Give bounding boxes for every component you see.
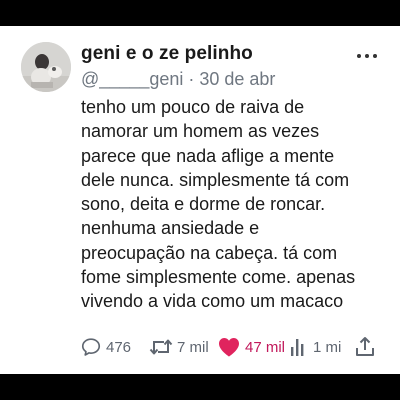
like-button[interactable]: 47 mil — [217, 335, 285, 359]
avatar-image — [21, 42, 71, 92]
reply-count: 476 — [106, 338, 132, 356]
bar-chart-icon — [291, 339, 304, 356]
heart-filled-icon — [219, 338, 239, 357]
action-bar: 476 7 mil 47 mil 1 mi — [80, 335, 400, 359]
view-count: 1 mi — [313, 338, 342, 356]
more-options-icon[interactable] — [356, 48, 378, 58]
views-button[interactable]: 1 mi — [289, 335, 341, 359]
author-display-name[interactable]: geni e o ze pelinho — [81, 43, 253, 65]
post-text-line: fome simplesmente come. apenas — [81, 267, 356, 288]
post-text-line: namorar um homem as vezes — [81, 121, 320, 142]
repost-button[interactable]: 7 mil — [149, 335, 209, 359]
post-text-line: parece que nada aflige a mente — [81, 145, 335, 166]
post-date[interactable]: · 30 de abr — [188, 69, 275, 89]
post-text-line: sono, deita e dorme de roncar. — [81, 194, 326, 215]
share-upload-icon — [356, 337, 374, 356]
post-text-line: tenho um pouco de raiva de — [81, 97, 305, 117]
post-text-line: dele nunca. simplesmente tá com — [81, 169, 350, 190]
post-text-line: vivendo a vida como um macaco — [81, 291, 344, 312]
author-handle[interactable]: @_____geni — [81, 69, 183, 89]
author-meta: @_____geni · 30 de abr — [81, 69, 275, 90]
post-text: tenho um pouco de raiva de namorar um ho… — [81, 95, 393, 314]
like-count: 47 mil — [245, 338, 286, 356]
post-text-line: preocupação na cabeça. tá com — [81, 242, 338, 263]
avatar[interactable] — [21, 42, 71, 92]
reply-bubble-icon — [81, 338, 101, 356]
tweet-card: geni e o ze pelinho @_____geni · 30 de a… — [0, 26, 400, 374]
post-text-line: nenhuma ansiedade e — [81, 218, 260, 239]
reply-button[interactable]: 476 — [80, 335, 131, 359]
share-button[interactable] — [354, 335, 376, 359]
repost-arrows-icon — [149, 339, 173, 355]
repost-count: 7 mil — [177, 338, 209, 356]
